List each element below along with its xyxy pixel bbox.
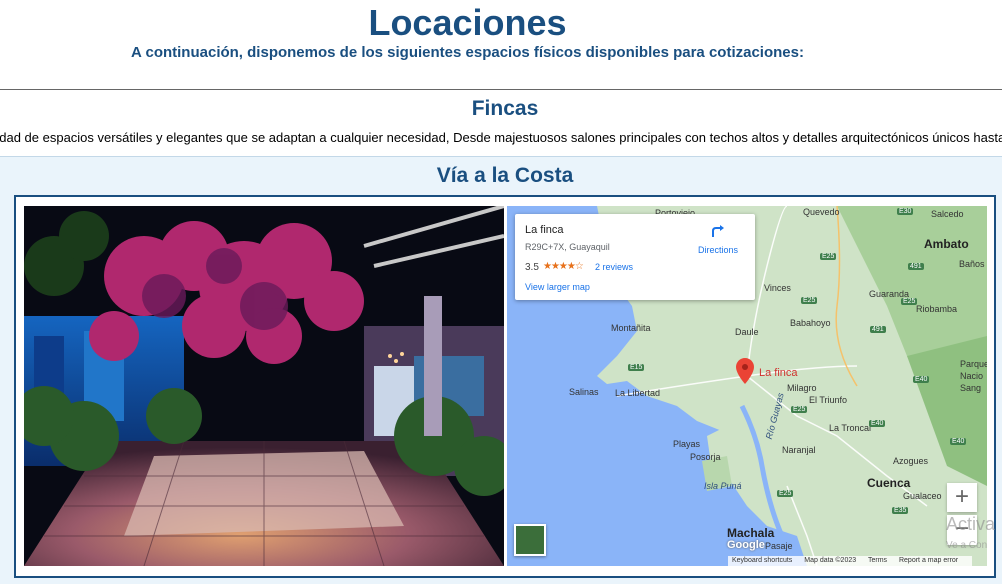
highway-shield: E25	[791, 406, 808, 413]
map-label-parque: Parque	[960, 359, 987, 369]
highway-shield: E40	[950, 438, 967, 445]
map-label-sang: Sang	[960, 383, 982, 393]
map-label-quevedo: Quevedo	[803, 207, 840, 217]
map-label-riobamba: Riobamba	[916, 304, 958, 314]
map-label-la-libertad: La Libertad	[615, 388, 661, 398]
map-pin-label: La finca	[759, 367, 798, 379]
map-label-cuenca: Cuenca	[867, 476, 911, 490]
map-label-banos: Baños	[959, 259, 985, 269]
keyboard-shortcuts-link[interactable]: Keyboard shortcuts	[732, 557, 792, 564]
terms-link[interactable]: Terms	[868, 557, 887, 564]
map-label-naranjal: Naranjal	[782, 445, 816, 455]
map-label-nacio: Nacio	[960, 371, 984, 381]
highway-shield: E30	[897, 208, 914, 215]
directions-link[interactable]: Directions	[698, 245, 738, 255]
activation-watermark: Activa	[946, 514, 996, 534]
map-label-milagro: Milagro	[787, 383, 817, 393]
activation-watermark-sub: Ve a Con	[946, 540, 988, 551]
google-logo: Google	[727, 539, 765, 551]
highway-shield: E40	[869, 420, 886, 427]
map-label-azogues: Azogues	[893, 456, 929, 466]
page-subtitle: A continuación, disponemos de los siguie…	[131, 44, 804, 61]
map-label-daule: Daule	[735, 327, 759, 337]
location-title: Vía a la Costa	[436, 164, 574, 187]
section-description: edad de espacios versátiles y elegantes …	[0, 130, 1002, 145]
map-label-montanita: Montañita	[611, 323, 651, 333]
highway-shield: E25	[820, 253, 837, 260]
report-error-link[interactable]: Report a map error	[899, 557, 958, 564]
section-title: Fincas	[471, 97, 539, 120]
map-label-la-troncal: La Troncal	[829, 423, 872, 433]
map-data-notice: Map data ©2023	[804, 557, 857, 564]
highway-shield: E15	[628, 364, 645, 371]
place-address: R29C+7X, Guayaquil	[525, 242, 610, 252]
venue-photo-illustration	[24, 206, 504, 566]
place-info-card: La finca R29C+7X, Guayaquil 3.5 ★★★★☆ 2 …	[515, 214, 755, 300]
map-label-el-triunfo: El Triunfo	[809, 395, 848, 405]
map-label-salinas: Salinas	[569, 387, 599, 397]
highway-shield: E35	[892, 507, 909, 514]
map-label-salcedo: Salcedo	[931, 209, 964, 219]
place-name: La finca	[525, 224, 564, 236]
view-larger-map-link[interactable]: View larger map	[525, 282, 590, 292]
highway-shield: E25	[777, 490, 794, 497]
directions-icon[interactable]	[711, 224, 725, 238]
map-label-ambato: Ambato	[924, 237, 969, 251]
map-label-gualaceo: Gualaceo	[903, 491, 942, 501]
highway-shield: E40	[913, 376, 930, 383]
map-label-machala: Machala	[727, 526, 775, 540]
zoom-in-button[interactable]: +	[947, 483, 977, 512]
map-label-isla-puna: Isla Puná	[704, 481, 742, 491]
map-label-playas: Playas	[673, 439, 701, 449]
satellite-thumbnail[interactable]	[514, 524, 546, 556]
highway-shield: E25	[801, 297, 818, 304]
rating-stars-icon: ★★★★☆	[543, 261, 584, 272]
reviews-link[interactable]: 2 reviews	[595, 262, 633, 272]
map-label-vinces: Vinces	[764, 283, 791, 293]
map-label-posorja: Posorja	[690, 452, 721, 462]
map-label-pasaje: Pasaje	[765, 541, 793, 551]
place-rating: 3.5	[525, 262, 539, 273]
page-title: Locaciones	[368, 2, 567, 43]
highway-shield: 491	[908, 263, 924, 270]
section-divider	[0, 89, 1002, 90]
highway-shield: E25	[901, 298, 918, 305]
map-attribution: Keyboard shortcuts Map data ©2023 Terms …	[728, 556, 973, 566]
map-pin-icon[interactable]	[736, 358, 754, 384]
highway-shield: 491	[870, 326, 886, 333]
venue-photo	[24, 206, 504, 566]
map-label-babahoyo: Babahoyo	[790, 318, 831, 328]
